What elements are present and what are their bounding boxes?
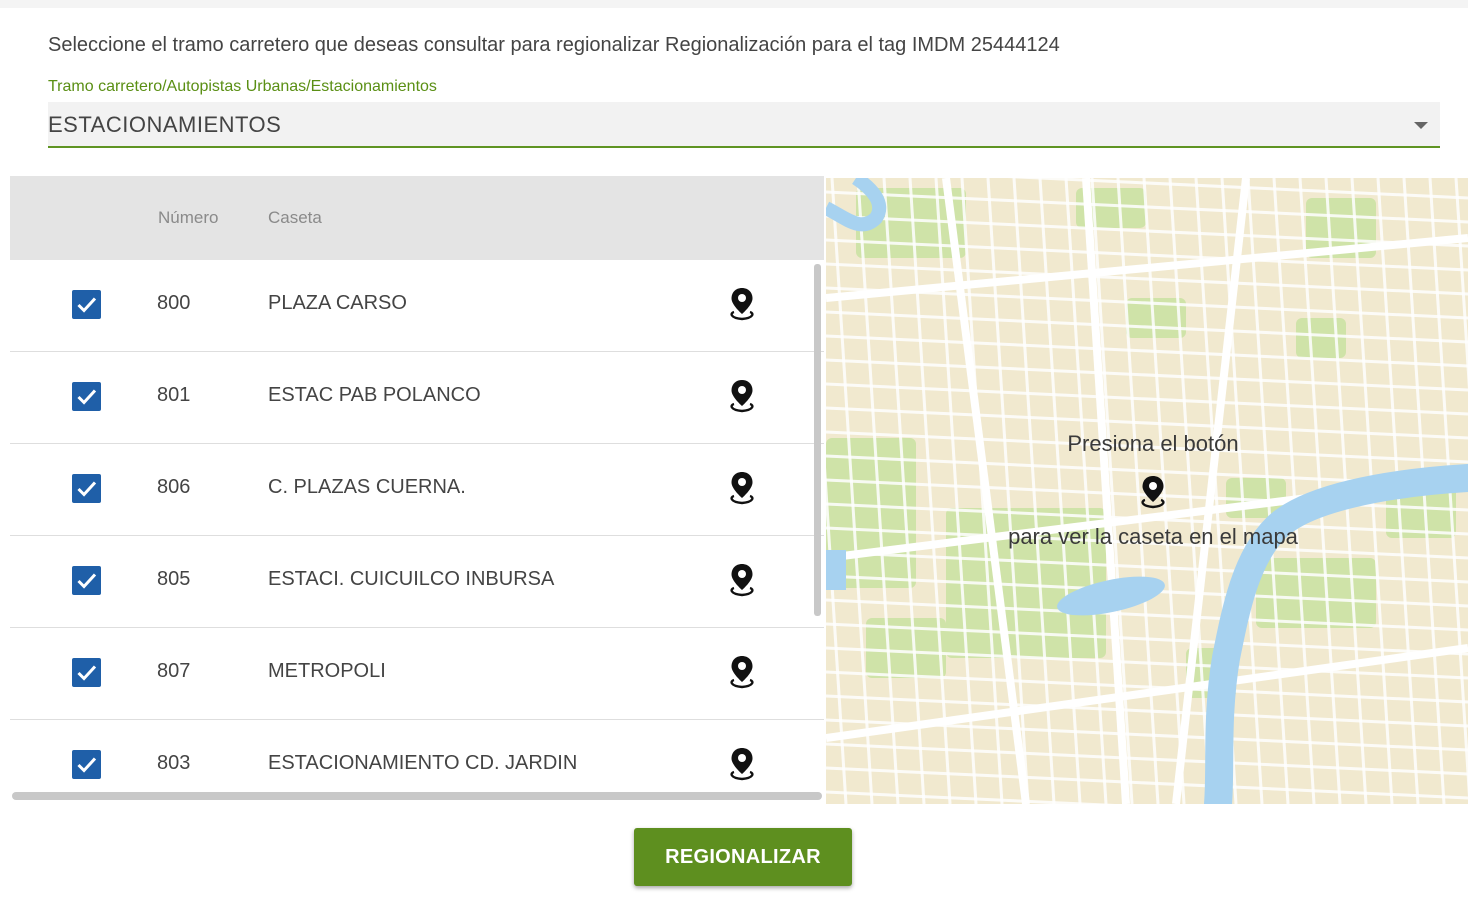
check-icon — [77, 297, 97, 313]
row-numero: 805 — [157, 568, 191, 590]
instruction-text: Seleccione el tramo carretero que deseas… — [48, 34, 1060, 56]
row-caseta: PLAZA CARSO — [268, 292, 407, 314]
map-hint-bottom: para ver la caseta en el mapa — [1008, 524, 1298, 549]
row-checkbox[interactable] — [72, 750, 101, 779]
row-checkbox[interactable] — [72, 290, 101, 319]
table-row: 806 C. PLAZAS CUERNA. — [10, 444, 824, 536]
vertical-scrollbar[interactable] — [814, 264, 821, 616]
row-caseta: METROPOLI — [268, 660, 386, 682]
row-caseta: ESTAC PAB POLANCO — [268, 384, 481, 406]
row-checkbox[interactable] — [72, 566, 101, 595]
row-numero: 803 — [157, 752, 191, 774]
map-pin-icon[interactable] — [727, 746, 757, 782]
check-icon — [77, 757, 97, 773]
select-value: ESTACIONAMIENTOS — [48, 112, 282, 137]
map-pin-icon[interactable] — [727, 562, 757, 598]
row-checkbox[interactable] — [72, 474, 101, 503]
check-icon — [77, 665, 97, 681]
regionalizar-button[interactable]: REGIONALIZAR — [634, 828, 852, 886]
row-caseta: ESTACIONAMIENTO CD. JARDIN — [268, 752, 578, 774]
select-label: Tramo carretero/Autopistas Urbanas/Estac… — [48, 78, 437, 95]
table-row: 801 ESTAC PAB POLANCO — [10, 352, 824, 444]
row-numero: 807 — [157, 660, 191, 682]
check-icon — [77, 481, 97, 497]
check-icon — [77, 389, 97, 405]
caret-down-icon — [1414, 122, 1428, 129]
map-hint-top: Presiona el botón — [1067, 431, 1239, 456]
top-divider — [0, 0, 1468, 8]
row-caseta: ESTACI. CUICUILCO INBURSA — [268, 568, 555, 590]
table-row: 800 PLAZA CARSO — [10, 260, 824, 352]
column-header-numero: Número — [158, 208, 219, 227]
row-numero: 806 — [157, 476, 191, 498]
map-pin-icon[interactable] — [727, 654, 757, 690]
map-panel[interactable]: Presiona el botón para ver la caseta en … — [826, 178, 1468, 804]
row-numero: 801 — [157, 384, 191, 406]
check-icon — [77, 573, 97, 589]
tramo-select[interactable]: ESTACIONAMIENTOS — [48, 102, 1440, 148]
table-row: 807 METROPOLI — [10, 628, 824, 720]
horizontal-scrollbar[interactable] — [12, 792, 822, 800]
map-pin-icon — [1141, 476, 1165, 509]
row-caseta: C. PLAZAS CUERNA. — [268, 476, 466, 498]
map-pin-icon[interactable] — [727, 378, 757, 414]
row-checkbox[interactable] — [72, 382, 101, 411]
table-header: Número Caseta — [10, 176, 824, 260]
map-pin-icon[interactable] — [727, 470, 757, 506]
row-checkbox[interactable] — [72, 658, 101, 687]
table-row: 803 ESTACIONAMIENTO CD. JARDIN — [10, 720, 824, 802]
table-row: 805 ESTACI. CUICUILCO INBURSA — [10, 536, 824, 628]
casetas-table: Número Caseta 800 PLAZA CARSO 801 ESTAC … — [10, 176, 824, 802]
row-numero: 800 — [157, 292, 191, 314]
column-header-caseta: Caseta — [268, 208, 322, 227]
map-pin-icon[interactable] — [727, 286, 757, 322]
